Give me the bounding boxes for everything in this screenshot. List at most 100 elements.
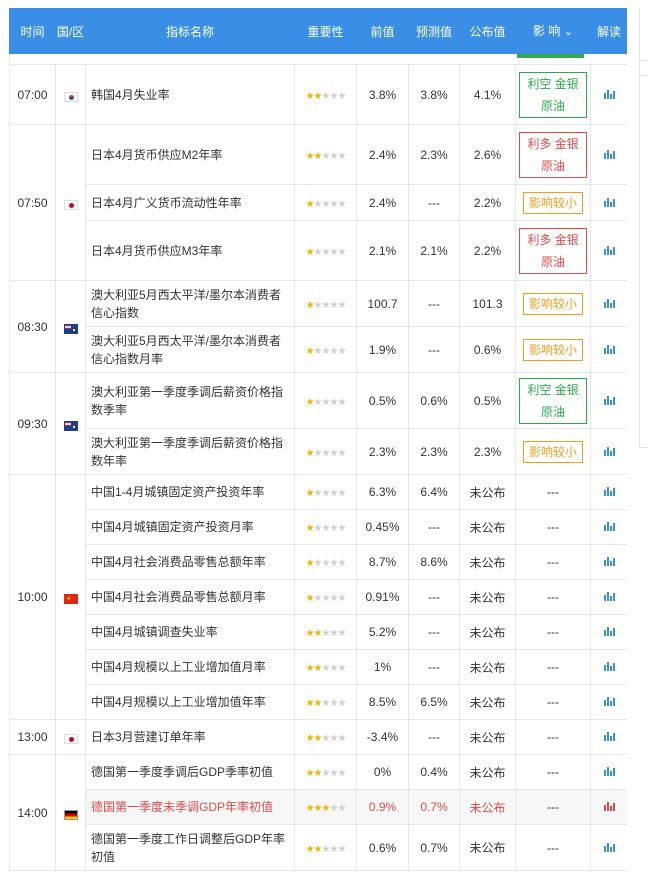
star-empty-icon: ★ [313, 396, 323, 408]
table-row[interactable]: 德国第一季度工作日调整后GDP年率初值 ★★★★★ 0.6% 0.7% 未公布 --- [10, 824, 627, 871]
interpretation-cell[interactable] [590, 124, 627, 185]
indicator-name[interactable]: 澳大利亚5月西太平洋/墨尔本消费者信心指数月率 [91, 334, 281, 366]
interpretation-cell[interactable] [590, 184, 627, 221]
interpretation-cell[interactable] [590, 824, 627, 871]
star-filled-icon: ★ [305, 843, 315, 855]
bar-chart-icon[interactable] [603, 841, 615, 855]
table-row[interactable]: 07:00 韩国4月失业率 ★★★★★ 3.8% 3.8% 4.1% 利空 金银 原油 [9, 64, 627, 125]
indicator-name[interactable]: 日本4月广义货币流动性年率 [91, 196, 242, 210]
indicator-name-cell[interactable]: 日本3月营建订单年率 [85, 719, 295, 755]
bar-chart-icon[interactable] [603, 148, 615, 162]
impact-cell: --- [515, 684, 591, 720]
indicator-name[interactable]: 中国4月规模以上工业增加值年率 [91, 695, 266, 709]
indicator-name-cell[interactable]: 澳大利亚5月西太平洋/墨尔本消费者信心指数月率 [85, 326, 295, 373]
table-row[interactable]: 中国4月城镇固定资产投资月率 ★★★★★ 0.45% --- 未公布 --- [10, 509, 627, 545]
table-row[interactable]: 中国4月城镇调查失业率 ★★★★★ 5.2% --- 未公布 --- [10, 614, 627, 650]
bar-chart-icon[interactable] [603, 730, 615, 744]
indicator-name[interactable]: 中国4月规模以上工业增加值月率 [91, 660, 266, 674]
indicator-name-cell[interactable]: 日本4月广义货币流动性年率 [85, 184, 295, 221]
bar-chart-icon[interactable] [603, 343, 615, 357]
interpretation-cell[interactable] [590, 754, 627, 790]
bar-chart-icon[interactable] [603, 297, 615, 311]
table-row[interactable]: 07:50 日本4月货币供应M2年率 ★★★★★ 2.4% 2.3% 2.6% 利多 金银 … [9, 124, 627, 281]
bar-chart-icon[interactable] [603, 555, 615, 569]
table-row[interactable]: 中国4月社会消费品零售总额月率 ★★★★★ 0.91% --- 未公布 --- [10, 579, 627, 615]
bar-chart-icon[interactable] [603, 765, 615, 779]
interpretation-cell[interactable] [590, 579, 627, 615]
indicator-name[interactable]: 澳大利亚第一季度季调后薪资价格指数季率 [91, 385, 283, 417]
indicator-name[interactable]: 德国第一季度工作日调整后GDP年率初值 [91, 832, 285, 864]
bar-chart-icon[interactable] [603, 196, 615, 210]
table-row[interactable]: 14:00 德国第一季度季调后GDP季率初值 ★★★★★ 0% 0.4% 未公布 --- [9, 754, 627, 871]
indicator-name-cell[interactable]: 德国第一季度工作日调整后GDP年率初值 [85, 824, 295, 871]
indicator-name[interactable]: 日本4月货币供应M2年率 [91, 148, 222, 162]
indicator-name[interactable]: 中国4月城镇调查失业率 [91, 625, 218, 639]
table-row[interactable]: 中国4月社会消费品零售总额年率 ★★★★★ 8.7% 8.6% 未公布 --- [10, 544, 627, 580]
interpretation-cell[interactable] [590, 280, 627, 327]
indicator-name-cell[interactable]: 日本4月货币供应M3年率 [85, 220, 295, 281]
bar-chart-icon[interactable] [603, 88, 615, 102]
indicator-name-cell[interactable]: 中国4月城镇固定资产投资月率 [85, 509, 295, 545]
table-row[interactable]: 澳大利亚5月西太平洋/墨尔本消费者信心指数月率 ★★★★★ 1.9% --- 0.6% 影… [10, 326, 627, 373]
interpretation-cell[interactable] [590, 684, 627, 720]
indicator-name-cell[interactable]: 中国4月社会消费品零售总额年率 [85, 544, 295, 580]
table-row[interactable]: 13:00 日本3月营建订单年率 ★★★★★ -3.4% --- 未公布 --- [9, 719, 627, 755]
indicator-name-cell[interactable]: 澳大利亚第一季度季调后薪资价格指数季率 [85, 372, 295, 429]
header-impact-filter[interactable]: 影 响 ⌄ [515, 8, 591, 54]
indicator-name[interactable]: 韩国4月失业率 [91, 88, 170, 102]
interpretation-cell[interactable] [590, 64, 627, 125]
indicator-name[interactable]: 中国4月社会消费品零售总额月率 [91, 590, 266, 604]
table-row[interactable]: 日本4月货币供应M3年率 ★★★★★ 2.1% 2.1% 2.2% 利多 金银 原油 [10, 220, 627, 281]
bar-chart-icon[interactable] [603, 590, 615, 604]
indicator-name-cell[interactable]: 中国4月社会消费品零售总额月率 [85, 579, 295, 615]
bar-chart-icon[interactable] [603, 625, 615, 639]
bar-chart-icon[interactable] [603, 244, 615, 258]
indicator-name[interactable]: 澳大利亚第一季度季调后薪资价格指数年率 [91, 436, 283, 468]
interpretation-cell[interactable] [590, 474, 627, 510]
table-row[interactable]: 09:30 澳大利亚第一季度季调后薪资价格指数季率 ★★★★★ 0.5% 0.6% 0.5… [9, 372, 627, 475]
indicator-name-cell[interactable]: 韩国4月失业率 [85, 64, 295, 125]
bar-chart-icon[interactable] [603, 800, 615, 814]
indicator-name-cell[interactable]: 德国第一季度季调后GDP季率初值 [85, 754, 295, 790]
indicator-name-cell[interactable]: 中国4月规模以上工业增加值年率 [85, 684, 295, 720]
interpretation-cell[interactable] [590, 326, 627, 373]
indicator-name[interactable]: 中国4月城镇固定资产投资月率 [91, 520, 254, 534]
interpretation-cell[interactable] [590, 220, 627, 281]
interpretation-cell[interactable] [590, 614, 627, 650]
indicator-name[interactable]: 日本3月营建订单年率 [91, 730, 206, 744]
bar-chart-icon[interactable] [603, 520, 615, 534]
interpretation-cell[interactable] [590, 509, 627, 545]
indicator-name[interactable]: 中国4月社会消费品零售总额年率 [91, 555, 266, 569]
interpretation-cell[interactable] [590, 372, 627, 429]
indicator-name-cell[interactable]: 中国4月城镇调查失业率 [85, 614, 295, 650]
indicator-name-cell[interactable]: 日本4月货币供应M2年率 [85, 124, 295, 185]
interpretation-cell[interactable] [590, 544, 627, 580]
indicator-name[interactable]: 德国第一季度未季调GDP年率初值 [91, 800, 273, 814]
indicator-name-cell[interactable]: 德国第一季度未季调GDP年率初值 [85, 789, 295, 825]
interpretation-cell[interactable] [590, 428, 627, 475]
interpretation-cell[interactable] [590, 789, 627, 825]
indicator-name-cell[interactable]: 澳大利亚5月西太平洋/墨尔本消费者信心指数 [85, 280, 295, 327]
interpretation-cell[interactable] [590, 719, 627, 755]
interpretation-cell[interactable] [590, 649, 627, 685]
indicator-name[interactable]: 中国1-4月城镇固定资产投资年率 [91, 485, 264, 499]
indicator-name[interactable]: 日本4月货币供应M3年率 [91, 244, 222, 258]
table-row[interactable]: 中国4月规模以上工业增加值年率 ★★★★★ 8.5% 6.5% 未公布 --- [10, 684, 627, 720]
bar-chart-icon[interactable] [603, 394, 615, 408]
table-row[interactable]: 08:30 澳大利亚5月西太平洋/墨尔本消费者信心指数 ★★★★★ 100.7 --- 1… [9, 280, 627, 373]
bar-chart-icon[interactable] [603, 660, 615, 674]
bar-chart-icon[interactable] [603, 695, 615, 709]
table-row[interactable]: 德国第一季度未季调GDP年率初值 ★★★★★ 0.9% 0.7% 未公布 --- [10, 789, 627, 825]
indicator-name-cell[interactable]: 澳大利亚第一季度季调后薪资价格指数年率 [85, 428, 295, 475]
table-row[interactable]: 澳大利亚第一季度季调后薪资价格指数年率 ★★★★★ 2.3% 2.3% 2.3% 影响较小 [10, 428, 627, 475]
indicator-name[interactable]: 德国第一季度季调后GDP季率初值 [91, 765, 273, 779]
table-row[interactable]: 中国4月规模以上工业增加值月率 ★★★★★ 1% --- 未公布 --- [10, 649, 627, 685]
indicator-name-cell[interactable]: 中国1-4月城镇固定资产投资年率 [85, 474, 295, 510]
importance-stars: ★★★★★ [306, 448, 347, 459]
table-row[interactable]: 日本4月广义货币流动性年率 ★★★★★ 2.4% --- 2.2% 影响较小 [10, 184, 627, 221]
indicator-name-cell[interactable]: 中国4月规模以上工业增加值月率 [85, 649, 295, 685]
indicator-name[interactable]: 澳大利亚5月西太平洋/墨尔本消费者信心指数 [91, 288, 281, 320]
bar-chart-icon[interactable] [603, 485, 615, 499]
table-row[interactable]: 10:00 ★ 中国1-4月城镇固定资产投资年率 ★★★★★ 6.3% 6.4% 未公布 --… [9, 474, 627, 720]
bar-chart-icon[interactable] [603, 445, 615, 459]
